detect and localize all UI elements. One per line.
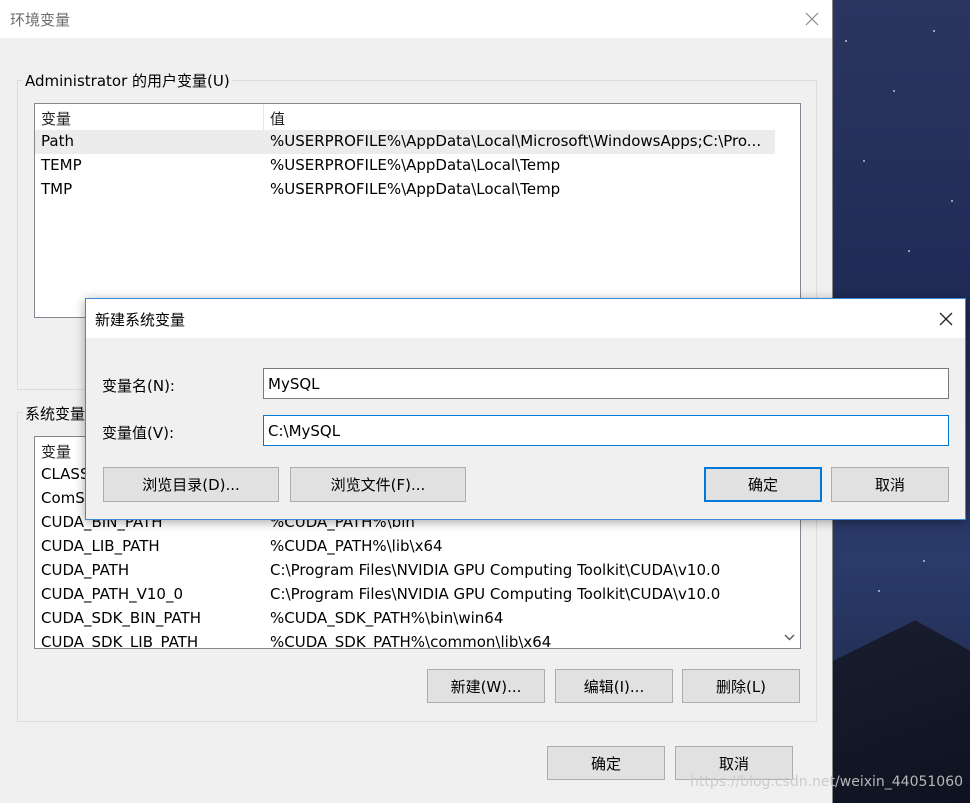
table-row[interactable]: CUDA_SDK_BIN_PATH %CUDA_SDK_PATH%\bin\wi… [35, 607, 800, 631]
row-name: Path [41, 132, 74, 150]
column-header-value[interactable]: 值 [270, 108, 285, 129]
window-title: 环境变量 [10, 11, 71, 29]
column-divider[interactable] [263, 104, 264, 130]
new-system-variable-dialog: 新建系统变量 变量名(N): 变量值(V): 浏览目录(D)... 浏览文件(F… [85, 298, 966, 520]
star [863, 160, 865, 162]
chevron-down-icon [784, 634, 795, 641]
list-header: 变量 值 [35, 104, 800, 130]
close-button[interactable] [793, 0, 831, 38]
variable-value-label: 变量值(V): [102, 424, 175, 442]
row-value: C:\Program Files\NVIDIA GPU Computing To… [270, 561, 721, 579]
table-row[interactable]: CUDA_SDK_LIB_PATH %CUDA_SDK_PATH%\common… [35, 631, 800, 649]
row-value: %USERPROFILE%\AppData\Local\Microsoft\Wi… [270, 132, 762, 150]
star [893, 90, 895, 92]
row-value: %USERPROFILE%\AppData\Local\Temp [270, 156, 561, 174]
star [951, 200, 953, 202]
dialog-titlebar: 新建系统变量 [86, 299, 965, 338]
table-row[interactable]: CUDA_PATH_V10_0 C:\Program Files\NVIDIA … [35, 583, 800, 607]
variable-name-input[interactable] [263, 368, 949, 399]
window-titlebar: 环境变量 [0, 0, 832, 38]
variable-name-label: 变量名(N): [102, 377, 175, 395]
star [878, 590, 880, 592]
row-value: %CUDA_SDK_PATH%\common\lib\x64 [270, 633, 552, 649]
table-row[interactable]: TEMP %USERPROFILE%\AppData\Local\Temp [35, 154, 800, 178]
edit-variable-button[interactable]: 编辑(I)... [555, 669, 673, 703]
mountain-silhouette [833, 620, 970, 803]
row-name: CUDA_PATH_V10_0 [41, 585, 184, 603]
row-name: TEMP [41, 156, 82, 174]
ok-button[interactable]: 确定 [547, 746, 665, 780]
star [845, 40, 847, 42]
browse-directory-button[interactable]: 浏览目录(D)... [103, 467, 279, 502]
row-value: %CUDA_PATH%\lib\x64 [270, 537, 443, 555]
browse-file-button[interactable]: 浏览文件(F)... [290, 467, 466, 502]
row-name: CUDA_PATH [41, 561, 130, 579]
close-icon [805, 12, 819, 26]
new-variable-button[interactable]: 新建(W)... [427, 669, 545, 703]
table-row[interactable]: CUDA_PATH C:\Program Files\NVIDIA GPU Co… [35, 559, 800, 583]
row-name: CLASS [41, 465, 90, 483]
system-variables-label: 系统变量 [23, 403, 88, 424]
row-name: TMP [41, 180, 73, 198]
row-value: %CUDA_SDK_PATH%\bin\win64 [270, 609, 504, 627]
row-name: ComS [41, 489, 85, 507]
row-name: CUDA_SDK_LIB_PATH [41, 633, 199, 649]
scroll-down-button[interactable] [781, 629, 798, 646]
dialog-close-button[interactable] [926, 299, 965, 338]
user-variables-label: Administrator 的用户变量(U) [23, 70, 232, 91]
row-name: CUDA_SDK_BIN_PATH [41, 609, 201, 627]
close-icon [939, 312, 952, 325]
row-value: C:\Program Files\NVIDIA GPU Computing To… [270, 585, 721, 603]
table-row[interactable]: TMP %USERPROFILE%\AppData\Local\Temp [35, 178, 800, 202]
column-header-name[interactable]: 变量 [41, 441, 71, 462]
delete-variable-button[interactable]: 删除(L) [682, 669, 800, 703]
dialog-title: 新建系统变量 [95, 311, 186, 329]
watermark-text: https://blog.csdn.net/weixin_44051060 [690, 774, 964, 790]
row-value: %USERPROFILE%\AppData\Local\Temp [270, 180, 561, 198]
row-name: CUDA_LIB_PATH [41, 537, 160, 555]
user-variables-list[interactable]: 变量 值 Path %USERPROFILE%\AppData\Local\Mi… [34, 103, 801, 318]
star [933, 30, 935, 32]
star [908, 250, 910, 252]
dialog-ok-button[interactable]: 确定 [704, 467, 822, 502]
variable-value-input[interactable] [263, 415, 949, 446]
table-row[interactable]: Path %USERPROFILE%\AppData\Local\Microso… [35, 130, 775, 154]
star [923, 560, 925, 562]
column-header-name[interactable]: 变量 [41, 108, 71, 129]
table-row[interactable]: CUDA_LIB_PATH %CUDA_PATH%\lib\x64 [35, 535, 800, 559]
dialog-cancel-button[interactable]: 取消 [831, 467, 949, 502]
